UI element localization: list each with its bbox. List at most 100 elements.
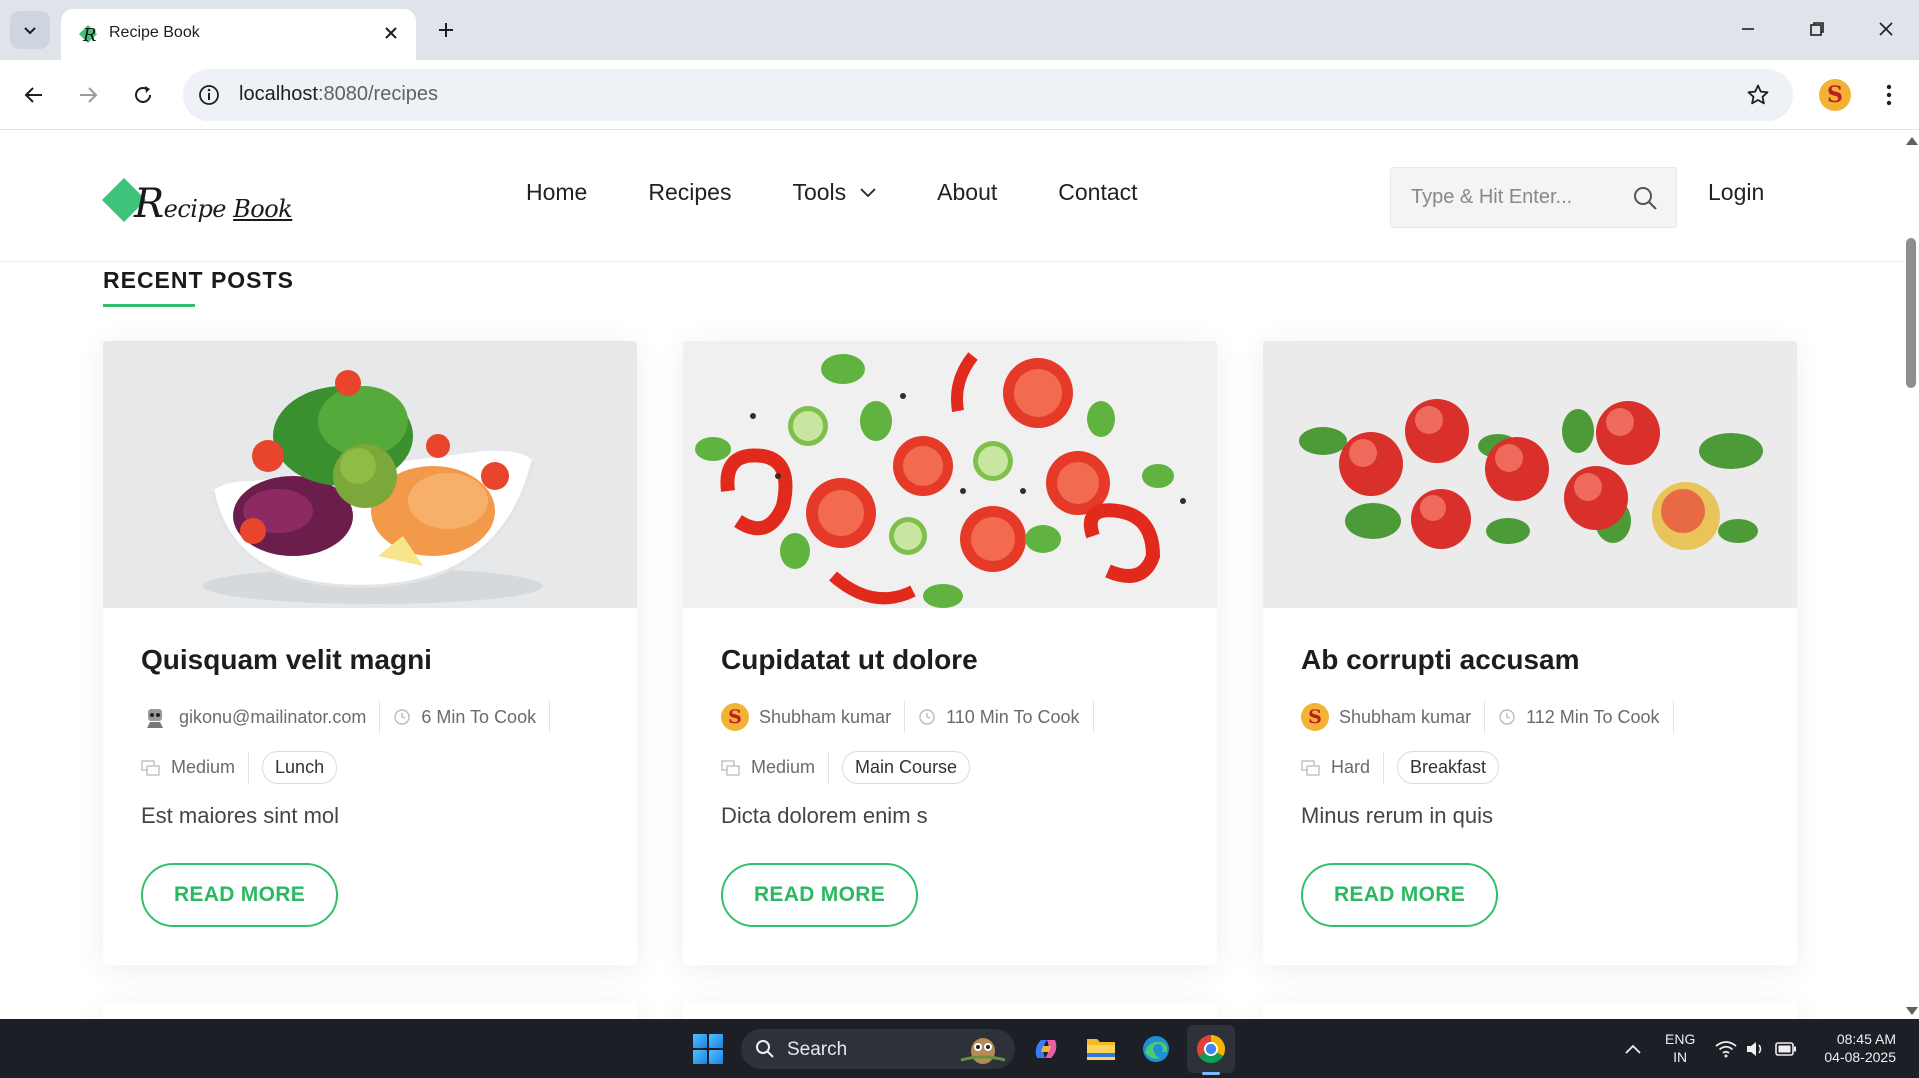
- difficulty-icon: [721, 759, 740, 776]
- profile-avatar-button[interactable]: S: [1819, 79, 1851, 111]
- browser-tab-active[interactable]: R Recipe Book: [61, 9, 416, 60]
- scroll-up-arrow-icon[interactable]: [1906, 137, 1918, 145]
- restore-button[interactable]: [1794, 10, 1840, 48]
- author-meta: S Shubham kumar: [1301, 701, 1486, 733]
- chrome-icon[interactable]: [1193, 1031, 1229, 1067]
- nav-contact[interactable]: Contact: [1058, 179, 1137, 206]
- tomatoes-peppers-image[interactable]: [683, 341, 1217, 608]
- windows-start-icon[interactable]: [693, 1034, 723, 1064]
- difficulty: Medium: [171, 757, 236, 777]
- clock-icon: [1499, 709, 1515, 725]
- main-nav: Home Recipes Tools About Contact: [526, 179, 1199, 206]
- robot-avatar-icon: [141, 703, 169, 731]
- nav-tools-label: Tools: [792, 179, 847, 205]
- recipe-excerpt: Dicta dolorem enim s: [721, 803, 928, 828]
- cook-time-meta: 112 Min To Cook: [1498, 701, 1674, 733]
- difficulty: Hard: [1331, 757, 1371, 777]
- reload-icon: [135, 86, 151, 103]
- nav-home[interactable]: Home: [526, 179, 587, 206]
- category-tag[interactable]: Breakfast: [1397, 751, 1500, 784]
- search-icon[interactable]: [1632, 185, 1658, 211]
- difficulty-meta: Medium: [721, 751, 830, 784]
- taskbar-search-label: Search: [787, 1039, 848, 1060]
- nav-recipes[interactable]: Recipes: [648, 179, 731, 206]
- category-tag[interactable]: Lunch: [262, 751, 338, 784]
- site-search-input[interactable]: [1411, 168, 1631, 227]
- recipe-meta-row: S Shubham kumar 112 Min To Cook: [1301, 701, 1687, 733]
- read-more-button[interactable]: READ MORE: [1301, 863, 1498, 927]
- cook-time: 6 Min To Cook: [421, 706, 537, 727]
- reload-button[interactable]: [123, 75, 163, 115]
- site-search-box: [1390, 167, 1677, 228]
- nav-contact-label: Contact: [1058, 179, 1138, 205]
- salad-bowl-image[interactable]: [103, 341, 637, 608]
- chevron-up-icon[interactable]: [1615, 1031, 1651, 1067]
- cook-time-meta: 110 Min To Cook: [918, 701, 1094, 733]
- system-clock[interactable]: 08:45 AM 04-08-2025: [1812, 1030, 1896, 1066]
- page-viewport: Recipe Book Home Recipes Tools About Con…: [0, 131, 1903, 1019]
- language-region: IN: [1673, 1049, 1688, 1065]
- chevron-down-icon: [24, 27, 36, 35]
- author-avatar: S: [721, 703, 749, 731]
- browser-toolbar: localhost:8080/recipes S: [0, 60, 1919, 130]
- minimize-icon: [1742, 28, 1754, 30]
- recipe-title[interactable]: Ab corrupti accusam: [1301, 644, 1580, 676]
- language-indicator[interactable]: ENG IN: [1665, 1030, 1695, 1066]
- language-code: ENG: [1665, 1031, 1696, 1047]
- site-header: Recipe Book Home Recipes Tools About Con…: [0, 131, 1903, 262]
- clock-time: 08:45 AM: [1836, 1031, 1896, 1047]
- read-more-button[interactable]: READ MORE: [721, 863, 918, 927]
- nav-about[interactable]: About: [937, 179, 997, 206]
- site-info-icon[interactable]: [196, 82, 222, 108]
- author-name: Shubham kumar: [759, 706, 892, 727]
- nav-home-label: Home: [526, 179, 588, 205]
- url-text[interactable]: localhost:8080/recipes: [239, 83, 438, 106]
- author-avatar: S: [1301, 703, 1329, 731]
- taskbar-search[interactable]: Search: [741, 1029, 1015, 1069]
- scrollbar-thumb[interactable]: [1906, 238, 1916, 388]
- recipe-title[interactable]: Quisquam velit magni: [141, 644, 432, 676]
- browser-menu-button[interactable]: [1872, 77, 1906, 113]
- apples-image[interactable]: [1263, 341, 1797, 608]
- page-scrollbar[interactable]: [1903, 131, 1919, 1019]
- tab-search-button[interactable]: [10, 11, 50, 49]
- recipe-card-partial: [1263, 1003, 1797, 1019]
- recipe-card: Cupidatat ut dolore S Shubham kumar 110 …: [683, 341, 1217, 965]
- difficulty-meta: Hard: [1301, 751, 1385, 784]
- battery-icon[interactable]: [1768, 1031, 1804, 1067]
- recipe-title[interactable]: Cupidatat ut dolore: [721, 644, 978, 676]
- edge-browser-icon[interactable]: [1138, 1031, 1174, 1067]
- active-app-indicator: [1202, 1072, 1220, 1075]
- scroll-down-arrow-icon[interactable]: [1906, 1007, 1918, 1015]
- bookmark-star-icon[interactable]: [1745, 82, 1771, 108]
- kebab-menu-icon: [1886, 84, 1892, 106]
- site-logo[interactable]: Recipe Book: [100, 171, 293, 229]
- owl-search-highlight-icon: [960, 1038, 1006, 1064]
- file-explorer-icon[interactable]: [1083, 1031, 1119, 1067]
- difficulty-meta: Medium: [141, 751, 250, 784]
- forward-button[interactable]: [68, 75, 108, 115]
- difficulty-icon: [141, 759, 160, 776]
- recipe-meta-row-2: Medium Main Course: [721, 751, 971, 784]
- recipe-card: Ab corrupti accusam S Shubham kumar 112 …: [1263, 341, 1797, 965]
- tab-title: Recipe Book: [109, 24, 200, 41]
- recipe-meta-row-2: Medium Lunch: [141, 751, 338, 784]
- tab-close-button[interactable]: [378, 20, 404, 46]
- recipe-book-favicon-icon: R: [79, 25, 97, 46]
- close-window-button[interactable]: [1863, 10, 1909, 48]
- logo-text: Recipe Book: [134, 181, 293, 227]
- read-more-button[interactable]: READ MORE: [141, 863, 338, 927]
- nav-recipes-label: Recipes: [648, 179, 732, 205]
- address-bar[interactable]: localhost:8080/recipes: [183, 69, 1793, 121]
- minimize-button[interactable]: [1725, 10, 1771, 48]
- back-button[interactable]: [14, 75, 54, 115]
- recipe-card-partial: [683, 1003, 1217, 1019]
- close-icon: [1879, 22, 1893, 36]
- nav-tools-dropdown[interactable]: Tools: [792, 179, 876, 206]
- copilot-icon[interactable]: [1028, 1031, 1064, 1067]
- category-tag[interactable]: Main Course: [842, 751, 971, 784]
- windows-taskbar: Search ENG IN 08:45 AM 04-08-2025: [0, 1019, 1919, 1078]
- login-link[interactable]: Login: [1708, 179, 1764, 206]
- close-icon: [385, 27, 397, 39]
- new-tab-button[interactable]: [430, 14, 462, 46]
